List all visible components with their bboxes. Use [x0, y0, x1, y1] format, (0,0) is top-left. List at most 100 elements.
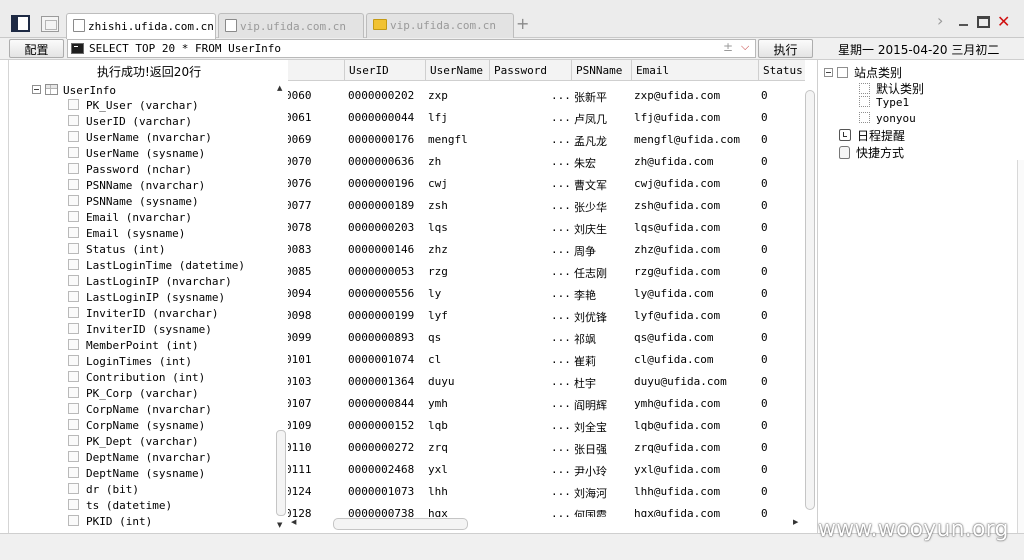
table-row[interactable]: 0060 0000000202 zxp... 张新平 zxp@ufida.com 0	[288, 86, 805, 108]
table-row[interactable]: 0098 0000000199 lyf... 刘优锋 lyf@ufida.com 0	[288, 306, 805, 328]
cell-pk: 0060	[288, 89, 312, 102]
config-button[interactable]: 配置	[9, 39, 64, 58]
tree-scrollbar[interactable]: ▲ ▼	[275, 84, 287, 532]
table-row[interactable]: 0061 0000000044 lfj... 卢凤几 lfj@ufida.com 0	[288, 108, 805, 130]
chevron-down-icon[interactable]: ⌵	[741, 40, 749, 54]
cell-pk: 0124	[288, 485, 312, 498]
tree-column-node[interactable]: LastLoginTime (datetime)	[68, 259, 245, 275]
collapse-icon[interactable]	[824, 68, 833, 77]
tree-column-node[interactable]: UserID (varchar)	[68, 115, 192, 131]
table-row[interactable]: 0109 0000000152 lqb... 刘全宝 lqb@ufida.com 0	[288, 416, 805, 438]
tree-column-node[interactable]: CorpName (sysname)	[68, 419, 205, 435]
sql-input[interactable]: SELECT TOP 20 * FROM UserInfo ± ⌵	[67, 39, 756, 58]
tree-column-node[interactable]: Email (nvarchar)	[68, 211, 192, 227]
column-label: PK_Corp (varchar)	[86, 387, 199, 400]
tree-column-node[interactable]: UserName (sysname)	[68, 147, 205, 163]
header-status[interactable]: Status	[758, 60, 805, 81]
grid-hscroll-thumb[interactable]	[333, 518, 468, 530]
tree-column-node[interactable]: LastLoginIP (nvarchar)	[68, 275, 232, 291]
execute-button[interactable]: 执行	[758, 39, 813, 58]
header-userid[interactable]: UserID	[344, 60, 424, 81]
tree-column-node[interactable]: MemberPoint (int)	[68, 339, 199, 355]
sidebar-toggle-icon[interactable]	[11, 15, 30, 32]
tree-column-node[interactable]: Email (sysname)	[68, 227, 185, 243]
tree-column-node[interactable]: dr (bit)	[68, 483, 139, 499]
scroll-left-icon[interactable]: ◀	[291, 518, 296, 526]
grid-view-icon[interactable]	[41, 16, 59, 32]
table-row[interactable]: 0110 0000000272 zrq... 张日强 zrq@ufida.com 0	[288, 438, 805, 460]
close-icon[interactable]: ✕	[997, 12, 1010, 31]
tree-column-node[interactable]: CorpName (nvarchar)	[68, 403, 212, 419]
tree-column-node[interactable]: DeptName (sysname)	[68, 467, 205, 483]
grid-vertical-scrollbar[interactable]	[803, 82, 817, 518]
tree-column-node[interactable]: InviterID (sysname)	[68, 323, 212, 339]
table-row[interactable]: 0107 0000000844 ymh... 阎明辉 ymh@ufida.com 0	[288, 394, 805, 416]
table-row[interactable]: 0076 0000000196 cwj... 曹文军 cwj@ufida.com 0	[288, 174, 805, 196]
tree-column-node[interactable]: LastLoginIP (sysname)	[68, 291, 225, 307]
table-row[interactable]: 0077 0000000189 zsh... 张少华 zsh@ufida.com 0	[288, 196, 805, 218]
tree-column-node[interactable]: PSNName (sysname)	[68, 195, 199, 211]
site-category-node[interactable]: 站点类别	[824, 64, 902, 81]
table-row[interactable]: 0078 0000000203 lqs... 刘庆生 lqs@ufida.com 0	[288, 218, 805, 240]
column-icon	[68, 291, 79, 302]
tree-column-node[interactable]: PSNName (nvarchar)	[68, 179, 205, 195]
tab-zhishi[interactable]: zhishi.ufida.com.cn	[66, 13, 216, 39]
cell-status: 0	[761, 265, 768, 278]
collapse-icon[interactable]	[32, 85, 41, 94]
column-icon	[68, 403, 79, 414]
tree-column-node[interactable]: InviterID (nvarchar)	[68, 307, 218, 323]
tree-column-node[interactable]: Password (nchar)	[68, 163, 192, 179]
scroll-right-icon[interactable]: ▶	[793, 518, 798, 526]
cell-username: lyf	[428, 309, 448, 322]
minimize-icon[interactable]	[959, 24, 968, 26]
table-row[interactable]: 0094 0000000556 ly... 李艳 ly@ufida.com 0	[288, 284, 805, 306]
table-row[interactable]: 0111 0000002468 yxl... 尹小玲 yxl@ufida.com 0	[288, 460, 805, 482]
header-username[interactable]: UserName	[425, 60, 489, 81]
tab-vip-1[interactable]: vip.ufida.com.cn	[218, 13, 364, 38]
cell-pk: 0103	[288, 375, 312, 388]
header-email[interactable]: Email	[631, 60, 758, 81]
tree-column-node[interactable]: DeptName (nvarchar)	[68, 451, 212, 467]
tree-column-node[interactable]: PKID (int)	[68, 515, 152, 531]
cell-psnname: 祁飒	[574, 333, 596, 346]
cell-userid: 0000000203	[348, 221, 415, 234]
tree-table-node[interactable]: UserInfo	[32, 84, 116, 99]
cell-status: 0	[761, 133, 768, 146]
type1-node[interactable]: Type1	[859, 96, 909, 109]
tree-column-node[interactable]: UserName (nvarchar)	[68, 131, 212, 147]
new-tab-button[interactable]: +	[516, 14, 529, 33]
tree-column-node[interactable]: LoginTimes (int)	[68, 355, 192, 371]
grid-vscroll-thumb[interactable]	[805, 90, 815, 510]
table-row[interactable]: 0070 0000000636 zh... 朱宏 zh@ufida.com 0	[288, 152, 805, 174]
header-psnname[interactable]: PSNName	[571, 60, 631, 81]
tree-column-node[interactable]: PK_Dept (varchar)	[68, 435, 199, 451]
table-row[interactable]: 0085 0000000053 rzg... 任志刚 rzg@ufida.com 0	[288, 262, 805, 284]
maximize-icon[interactable]	[977, 16, 990, 28]
table-row[interactable]: 0083 0000000146 zhz... 周争 zhz@ufida.com 0	[288, 240, 805, 262]
table-row[interactable]: 0103 0000001364 duyu... 杜宇 duyu@ufida.com 0	[288, 372, 805, 394]
table-row[interactable]: 0099 0000000893 qs... 祁飒 qs@ufida.com 0	[288, 328, 805, 350]
schedule-node[interactable]: 日程提醒	[839, 127, 905, 144]
table-row[interactable]: 0124 0000001073 lhh... 刘海河 lhh@ufida.com 0	[288, 482, 805, 504]
table-row[interactable]: 0069 0000000176 mengfl... 孟凡龙 mengfl@ufida.c…	[288, 130, 805, 152]
tree-column-node[interactable]: ts (datetime)	[68, 499, 172, 515]
tree-column-node[interactable]: PK_Corp (varchar)	[68, 387, 199, 403]
tab-vip-2[interactable]: vip.ufida.com.cn	[366, 13, 514, 38]
chevron-right-icon[interactable]: ›	[937, 11, 943, 30]
tree-column-node[interactable]: PK_User (varchar)	[68, 99, 199, 115]
scroll-up-icon[interactable]: ▲	[277, 84, 282, 92]
default-category-node[interactable]: 默认类别	[859, 80, 924, 97]
cell-userid: 0000000044	[348, 111, 415, 124]
cell-password: ...	[551, 221, 571, 234]
tree-scroll-thumb[interactable]	[276, 430, 286, 516]
shortcut-node[interactable]: 快捷方式	[839, 144, 904, 161]
tree-column-node[interactable]: Status (int)	[68, 243, 165, 259]
table-row[interactable]: 0101 0000001074 cl... 崔莉 cl@ufida.com 0	[288, 350, 805, 372]
header-password[interactable]: Password	[489, 60, 571, 81]
tree-column-node[interactable]: Contribution (int)	[68, 371, 205, 387]
grid-horizontal-scrollbar[interactable]: ◀ ▶	[288, 517, 803, 531]
scroll-down-icon[interactable]: ▼	[277, 521, 282, 529]
yonyou-node[interactable]: yonyou	[859, 112, 916, 125]
column-icon	[68, 435, 79, 446]
plus-minus-icon[interactable]: ±	[723, 40, 733, 54]
